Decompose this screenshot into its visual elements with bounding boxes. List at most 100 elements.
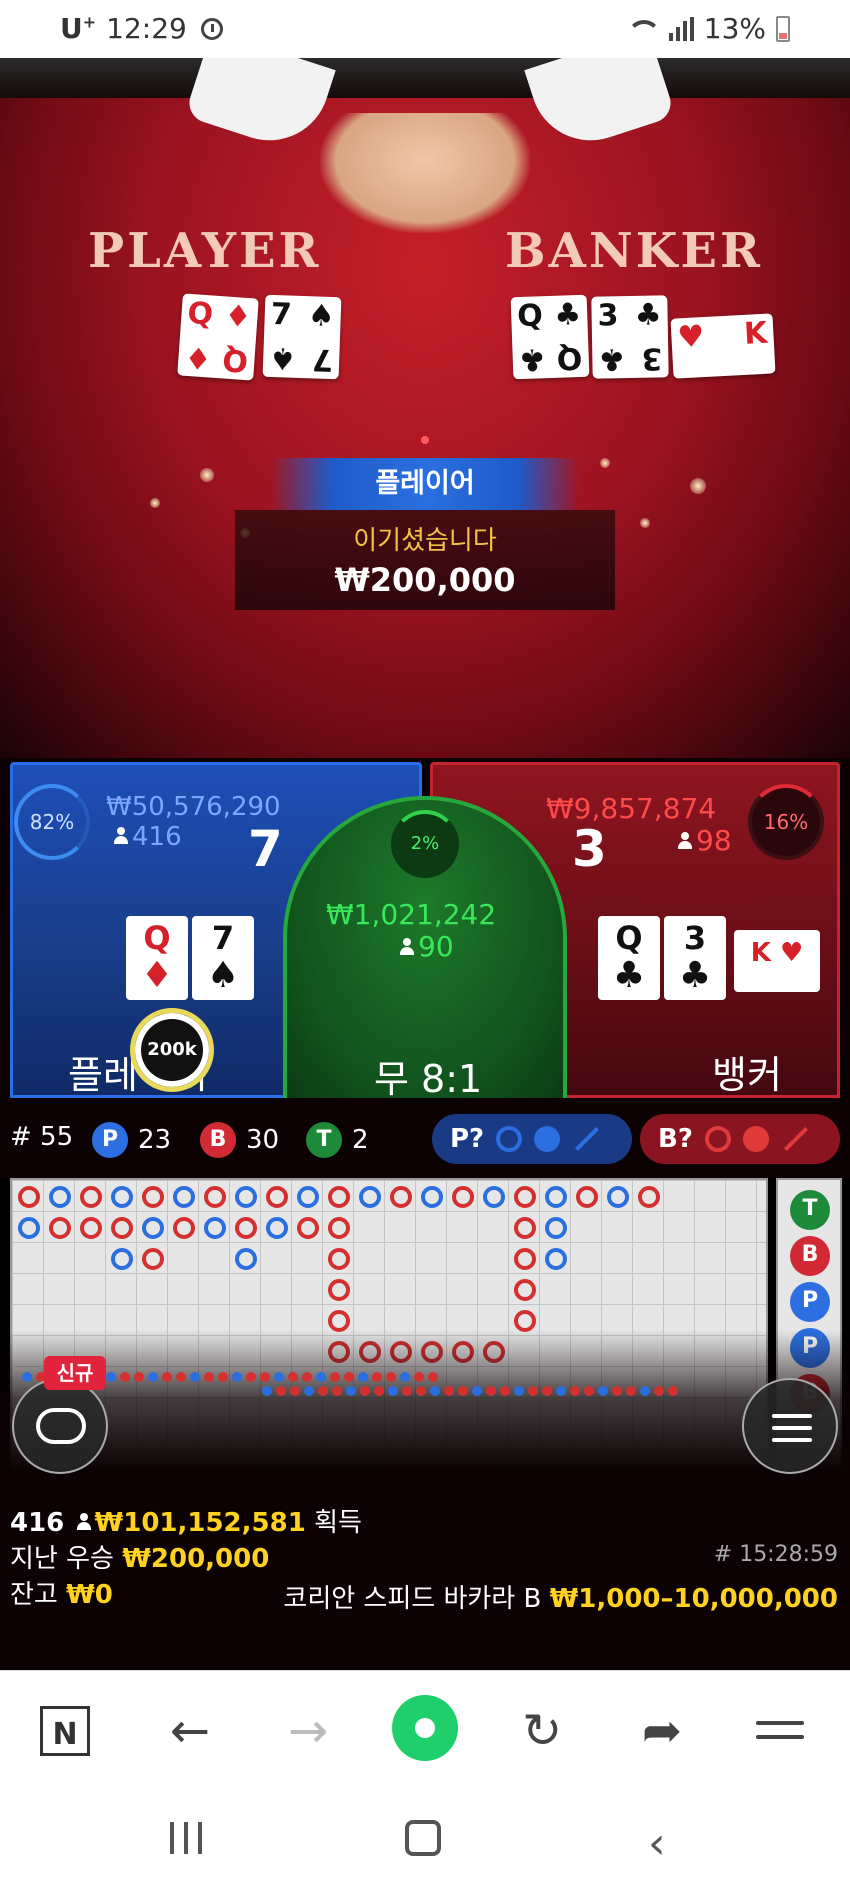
road-cell — [297, 1186, 319, 1208]
bead-player: P — [790, 1282, 830, 1322]
road-cell — [173, 1217, 195, 1239]
derived-road-mark — [274, 1372, 284, 1382]
video-indicator-dot — [421, 436, 429, 444]
browser-toolbar: N ← → ↻ ➦ — [0, 1670, 850, 1788]
derived-road-mark — [290, 1386, 300, 1396]
stats-row: # 55 P 23 B 30 T2 P? B? — [0, 1100, 850, 1178]
derived-road-mark — [218, 1372, 228, 1382]
bet-chip[interactable]: 200k — [130, 1008, 214, 1092]
chat-button[interactable] — [12, 1378, 108, 1474]
road-cell — [297, 1217, 319, 1239]
road-cell — [359, 1186, 381, 1208]
predict-cockroach-icon — [783, 1126, 808, 1152]
road-cell — [142, 1186, 164, 1208]
status-bar: U+ 12:29 13% — [0, 0, 850, 58]
road-cell — [18, 1186, 40, 1208]
derived-road-mark — [598, 1386, 608, 1396]
menu-button[interactable] — [742, 1378, 838, 1474]
derived-road-mark — [386, 1372, 396, 1382]
derived-road-mark — [304, 1386, 314, 1396]
derived-road-mark — [372, 1372, 382, 1382]
player-wins-stat: P 23 — [92, 1122, 171, 1158]
derived-road-mark — [528, 1386, 538, 1396]
signal-icon — [668, 16, 694, 41]
derived-road-mark — [358, 1372, 368, 1382]
wifi-icon — [625, 16, 661, 42]
derived-road-mark — [556, 1386, 566, 1396]
balance-line: 잔고 ₩0 — [10, 1580, 113, 1610]
refresh-icon[interactable]: ↻ — [512, 1701, 572, 1761]
derived-road-mark — [416, 1386, 426, 1396]
table-card-banker-2: 3 ♣ ♣ 3 — [591, 295, 669, 379]
derived-road-mark — [360, 1386, 370, 1396]
recent-apps-icon[interactable] — [170, 1822, 202, 1854]
derived-road-mark — [402, 1386, 412, 1396]
banker-area-label: 뱅커 — [712, 1053, 782, 1097]
carrier-label: U+ — [60, 12, 97, 45]
banker-card-3: K ♥ — [734, 930, 820, 992]
green-dot-home-icon[interactable] — [392, 1695, 458, 1761]
banker-percent-ring: 16% — [748, 784, 824, 860]
player-card-1: Q ♦ — [126, 916, 188, 1000]
road-cell — [328, 1248, 350, 1270]
table-label-player: PLAYER — [88, 223, 322, 279]
derived-road-mark — [120, 1372, 130, 1382]
share-icon[interactable]: ➦ — [632, 1701, 692, 1761]
forward-arrow-icon[interactable]: → — [278, 1701, 338, 1761]
banker-dot: B — [200, 1122, 236, 1158]
nav-back-icon[interactable]: ‹ — [648, 1818, 666, 1869]
derived-road-mark — [542, 1386, 552, 1396]
predict-big-road-icon — [704, 1126, 731, 1152]
derived-road-mark — [444, 1386, 454, 1396]
derived-road-mark — [262, 1386, 272, 1396]
banker-predict-button[interactable]: B? — [640, 1114, 840, 1164]
derived-road-mark — [204, 1372, 214, 1382]
road-cell — [421, 1186, 443, 1208]
road-cell — [49, 1217, 71, 1239]
road-cell — [545, 1217, 567, 1239]
derived-road-mark — [318, 1386, 328, 1396]
road-cell — [328, 1279, 350, 1301]
menu-icon — [772, 1414, 812, 1418]
banker-card-1: Q ♣ — [598, 916, 660, 1000]
browser-menu-icon[interactable] — [748, 1701, 808, 1761]
road-cell — [18, 1217, 40, 1239]
player-predict-button[interactable]: P? — [432, 1114, 632, 1164]
player-card-2: 7 ♠ — [192, 916, 254, 1000]
derived-road-mark — [400, 1372, 410, 1382]
derived-road-mark — [22, 1372, 32, 1382]
system-nav-bar: ‹ — [0, 1788, 850, 1889]
last-win-line: 지난 우승 ₩200,000 — [10, 1544, 270, 1574]
derived-road-mark — [500, 1386, 510, 1396]
banker-wins-stat: B 30 — [200, 1122, 279, 1158]
derived-road-mark — [374, 1386, 384, 1396]
derived-road-mark — [288, 1372, 298, 1382]
player-dot: P — [92, 1122, 128, 1158]
sparkle — [690, 478, 706, 494]
derived-road-mark — [514, 1386, 524, 1396]
road-cell — [545, 1186, 567, 1208]
road-cell — [266, 1186, 288, 1208]
dealer-left-arm — [184, 58, 336, 156]
table-card-banker-1: Q ♣ ♣ Q — [510, 294, 590, 380]
derived-road-mark — [330, 1372, 340, 1382]
road-cell — [514, 1248, 536, 1270]
road-cell — [204, 1217, 226, 1239]
road-cell — [80, 1186, 102, 1208]
home-icon[interactable] — [405, 1820, 441, 1856]
tie-bet-amount: ₩1,021,242 — [326, 898, 497, 931]
battery-icon — [776, 15, 790, 42]
derived-road-mark — [584, 1386, 594, 1396]
naver-home-icon[interactable]: N — [40, 1706, 90, 1756]
road-cell — [111, 1217, 133, 1239]
road-cell — [514, 1310, 536, 1332]
derived-road-mark — [190, 1372, 200, 1382]
back-arrow-icon[interactable]: ← — [160, 1701, 220, 1761]
road-cell — [266, 1217, 288, 1239]
road-cell — [235, 1248, 257, 1270]
road-cell — [328, 1217, 350, 1239]
road-cell — [328, 1186, 350, 1208]
predict-big-road-icon — [496, 1126, 523, 1152]
tie-percent-ring: 2% — [391, 810, 459, 878]
derived-road-mark — [176, 1372, 186, 1382]
